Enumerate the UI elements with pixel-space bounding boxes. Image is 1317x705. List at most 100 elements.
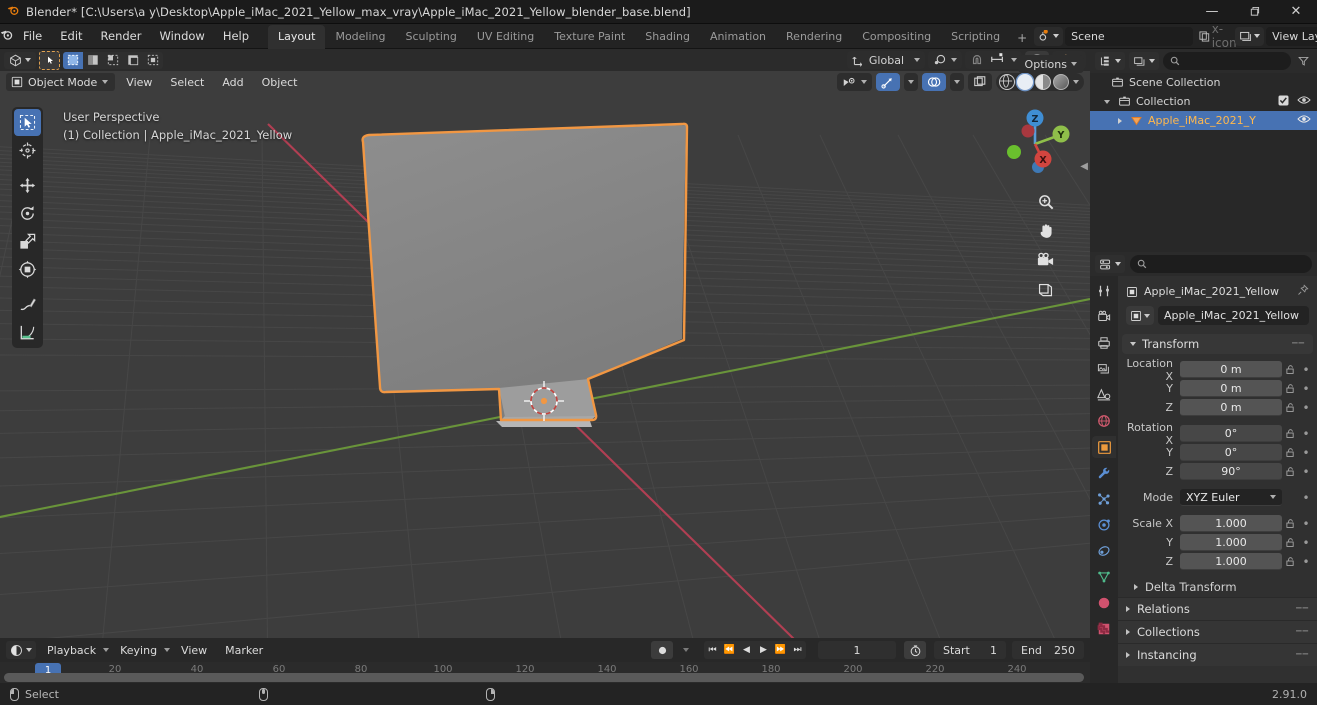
texture-tab[interactable]	[1092, 618, 1116, 640]
scene-tab[interactable]	[1092, 384, 1116, 406]
timeline-menu-marker[interactable]: Marker	[218, 642, 270, 659]
animate-property-icon[interactable]: •	[1299, 446, 1313, 460]
toggle-xray-button[interactable]	[968, 73, 992, 91]
scale-z-field[interactable]: 1.000	[1180, 553, 1282, 570]
collections-panel-header[interactable]: Collections ━━	[1118, 620, 1317, 643]
auto-keying-options-dropdown[interactable]	[677, 641, 694, 659]
viewport-menu-view[interactable]: View	[119, 74, 159, 91]
frame-end-field[interactable]: End 250	[1012, 641, 1084, 659]
snap-increment-icon[interactable]	[990, 52, 1005, 68]
overlays-toggle[interactable]	[922, 73, 946, 91]
add-workspace-button[interactable]: +	[1010, 27, 1034, 49]
menu-file[interactable]: File	[14, 26, 51, 46]
move-tool[interactable]	[14, 172, 41, 199]
outliner-row-collection[interactable]: Collection	[1090, 92, 1317, 111]
tab-layout[interactable]: Layout	[268, 24, 326, 49]
next-keyframe-icon[interactable]: ⏩	[772, 641, 789, 659]
viewport-menu-add[interactable]: Add	[215, 74, 250, 91]
select-subtract-icon[interactable]	[103, 52, 123, 69]
jump-end-icon[interactable]: ⏭	[789, 641, 806, 659]
material-preview-icon[interactable]	[1035, 74, 1051, 90]
auto-keying-icon[interactable]	[651, 641, 673, 659]
lock-icon[interactable]	[1282, 447, 1299, 458]
disclosure-triangle-right-icon[interactable]	[1118, 117, 1122, 124]
lock-icon[interactable]	[1282, 518, 1299, 529]
use-preview-range-icon[interactable]	[904, 641, 926, 659]
menu-edit[interactable]: Edit	[51, 26, 91, 46]
zoom-icon[interactable]	[1034, 190, 1057, 213]
outliner-row-scene-collection[interactable]: Scene Collection	[1090, 73, 1317, 92]
scene-name-field[interactable]: Scene	[1065, 26, 1194, 46]
pin-icon[interactable]	[1297, 284, 1309, 299]
options-dropdown[interactable]: Options	[1017, 55, 1084, 73]
tab-sculpting[interactable]: Sculpting	[396, 25, 467, 49]
timeline-editor-icon[interactable]	[6, 641, 36, 659]
object-name-field[interactable]: Apple_iMac_2021_Yellow	[1158, 306, 1309, 325]
outliner-display-mode-icon[interactable]	[1095, 52, 1125, 70]
constraints-tab[interactable]	[1092, 540, 1116, 562]
tab-uv-editing[interactable]: UV Editing	[467, 25, 544, 49]
view-layer-browse-icon[interactable]	[1235, 26, 1265, 46]
overlays-options-dropdown[interactable]	[950, 73, 964, 91]
timeline-editor[interactable]: Playback Keying View Marker ⏮ ⏪ ◀ ▶ ⏩ ⏭ …	[0, 638, 1090, 683]
ortho-persp-icon[interactable]	[1034, 279, 1057, 302]
frame-start-field[interactable]: Start 1	[934, 641, 1006, 659]
instancing-panel-header[interactable]: Instancing ━━	[1118, 643, 1317, 666]
animate-property-icon[interactable]: •	[1299, 465, 1313, 479]
gizmo-options-dropdown[interactable]	[904, 73, 918, 91]
properties-search-input[interactable]	[1130, 255, 1312, 273]
select-box-icon[interactable]	[63, 51, 83, 69]
animate-property-icon[interactable]: •	[1299, 401, 1313, 415]
remove-scene-icon[interactable]: x-icon	[1212, 22, 1237, 50]
animate-property-icon[interactable]: •	[1299, 517, 1313, 531]
id-type-filter-icon[interactable]	[1129, 52, 1159, 70]
maximize-icon[interactable]	[1233, 0, 1275, 24]
scale-tool[interactable]	[14, 228, 41, 255]
rotation-mode-dropdown[interactable]: XYZ Euler	[1180, 489, 1282, 506]
eye-icon[interactable]	[1297, 113, 1311, 128]
animate-property-icon[interactable]: •	[1299, 427, 1313, 441]
animate-property-icon[interactable]: •	[1299, 363, 1313, 377]
animate-property-icon[interactable]: •	[1299, 382, 1313, 396]
close-icon[interactable]: ✕	[1275, 0, 1317, 24]
rotate-tool[interactable]	[14, 200, 41, 227]
scale-y-field[interactable]: 1.000	[1180, 534, 1282, 551]
navigation-gizmo[interactable]: Z Y X	[998, 107, 1072, 181]
modifiers-tab[interactable]	[1092, 462, 1116, 484]
object-browse-icon[interactable]	[1126, 306, 1154, 325]
timeline-scrollbar[interactable]	[4, 673, 1084, 682]
view-layer-tab[interactable]	[1092, 358, 1116, 380]
chevron-down-icon[interactable]	[1073, 80, 1079, 84]
physics-tab[interactable]	[1092, 514, 1116, 536]
eye-icon[interactable]	[1297, 94, 1311, 109]
editor-type-icon[interactable]	[4, 51, 36, 69]
snap-group[interactable]	[965, 51, 1022, 69]
material-tab[interactable]	[1092, 592, 1116, 614]
tab-scripting[interactable]: Scripting	[941, 25, 1010, 49]
blender-menu-logo-icon[interactable]	[0, 28, 14, 45]
timeline-menu-playback[interactable]: Playback	[40, 642, 103, 659]
play-icon[interactable]: ▶	[755, 641, 772, 659]
lock-icon[interactable]	[1282, 428, 1299, 439]
lock-icon[interactable]	[1282, 364, 1299, 375]
object-mode-dropdown[interactable]: Object Mode	[6, 73, 116, 91]
transform-panel-header[interactable]: Transform ━━	[1122, 334, 1313, 354]
properties-editor[interactable]: Apple_iMac_2021_Yellow Apple_iMac_2021_Y…	[1090, 252, 1317, 683]
measure-tool[interactable]	[14, 319, 41, 346]
annotate-tool[interactable]	[14, 291, 41, 318]
play-reverse-icon[interactable]: ◀	[738, 641, 755, 659]
object-data-tab[interactable]	[1092, 566, 1116, 588]
current-frame-field[interactable]: 1	[818, 641, 896, 659]
viewport-sidebar-collapse-icon[interactable]: ◀	[1080, 161, 1088, 172]
menu-help[interactable]: Help	[214, 26, 258, 46]
animate-property-icon[interactable]: •	[1299, 536, 1313, 550]
particles-tab[interactable]	[1092, 488, 1116, 510]
tab-rendering[interactable]: Rendering	[776, 25, 852, 49]
scene-browse-icon[interactable]	[1034, 26, 1064, 46]
transform-orientation-dropdown[interactable]: Global	[846, 51, 925, 69]
timeline-menu-view[interactable]: View	[174, 642, 214, 659]
collection-checkbox[interactable]	[1278, 95, 1289, 109]
cursor-tool-header-icon[interactable]	[39, 50, 60, 70]
visibility-dropdown[interactable]	[837, 73, 872, 91]
view-layer-name-field[interactable]: View Layer	[1266, 26, 1317, 46]
